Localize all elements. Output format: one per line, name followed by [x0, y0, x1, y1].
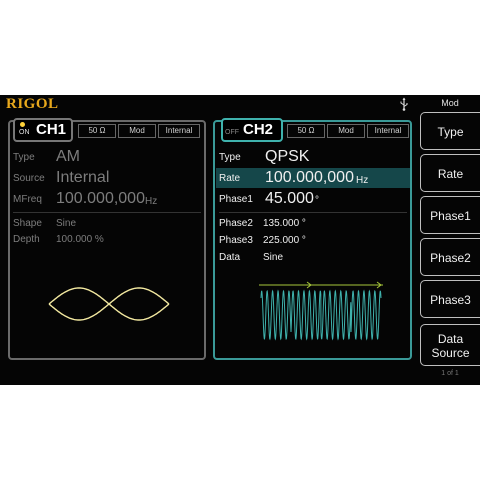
- ch2-row-type[interactable]: Type QPSK: [219, 148, 409, 166]
- ch2-row-phase1[interactable]: Phase1 45.000 °: [219, 190, 409, 208]
- param-value: 45.000: [265, 190, 314, 207]
- am-envelope-lower: [48, 287, 170, 321]
- param-label: Phase1: [219, 194, 253, 205]
- rigol-logo: RIGOL: [6, 96, 59, 112]
- param-label: Rate: [219, 173, 241, 184]
- softkey-phase3[interactable]: Phase3: [420, 280, 480, 318]
- ch2-row-rate-selected[interactable]: Rate 100.000,000 Hz: [216, 168, 410, 188]
- ch1-source: Internal: [158, 124, 200, 138]
- param-label: Type: [219, 152, 241, 163]
- usb-icon: [400, 97, 408, 111]
- ch1-tab[interactable]: ON CH1: [13, 118, 73, 142]
- param-value: 100.000,000: [265, 169, 354, 186]
- mode-label: Mod: [441, 98, 459, 108]
- instrument-screen: RIGOL Mod ON CH1 50 Ω Mod Internal Type …: [0, 95, 480, 385]
- ch2-source: Internal: [367, 124, 409, 138]
- divider: [13, 212, 201, 213]
- qpsk-waveform-preview: [259, 281, 383, 341]
- param-unit: °: [315, 195, 319, 206]
- param-value: Sine: [263, 252, 284, 263]
- ch2-row-data[interactable]: Data Sine: [219, 252, 409, 266]
- param-value: AM: [56, 148, 80, 165]
- ch1-name: CH1: [36, 121, 67, 138]
- param-value: 100.000 %: [56, 234, 104, 245]
- ch1-row-mfreq: MFreq 100.000,000 Hz: [13, 190, 203, 208]
- param-unit: Hz: [145, 196, 158, 207]
- param-unit: Hz: [356, 175, 369, 186]
- ch1-status: ON: [19, 129, 30, 136]
- ch1-row-depth: Depth 100.000 %: [13, 234, 203, 248]
- param-value: QPSK: [265, 148, 310, 165]
- status-bar: RIGOL Mod: [0, 95, 480, 113]
- qpsk-signal: [260, 289, 382, 341]
- param-value: Sine: [56, 218, 77, 229]
- page-indicator: 1 of 1: [441, 370, 459, 377]
- param-label: Source: [13, 173, 45, 184]
- am-waveform-preview: [48, 287, 170, 321]
- ch1-row-shape: Shape Sine: [13, 218, 203, 232]
- param-label: Depth: [13, 234, 40, 245]
- param-label: Shape: [13, 218, 42, 229]
- softkey-type[interactable]: Type: [420, 112, 480, 150]
- param-value: 100.000,000: [56, 190, 145, 207]
- param-label: Phase2: [219, 218, 253, 229]
- param-label: Type: [13, 152, 35, 163]
- ch2-panel[interactable]: OFF CH2 50 Ω Mod Internal Type QPSK Rate…: [213, 118, 412, 360]
- divider: [219, 212, 407, 213]
- softkey-phase1[interactable]: Phase1: [420, 196, 480, 234]
- ch1-info-cells: 50 Ω Mod Internal: [78, 124, 202, 138]
- param-label: MFreq: [13, 194, 42, 205]
- ch2-info-cells: 50 Ω Mod Internal: [287, 124, 411, 138]
- param-value: Internal: [56, 169, 110, 186]
- softkey-phase2[interactable]: Phase2: [420, 238, 480, 276]
- on-indicator-icon: [20, 122, 25, 127]
- softkey-data-source[interactable]: Data Source: [420, 324, 480, 366]
- param-label: Data: [219, 252, 241, 263]
- ch1-panel[interactable]: ON CH1 50 Ω Mod Internal Type AM Source …: [8, 118, 206, 360]
- param-label: Phase3: [219, 235, 253, 246]
- ch2-tab[interactable]: OFF CH2: [221, 118, 283, 142]
- ch2-row-phase3[interactable]: Phase3 225.000 °: [219, 235, 409, 249]
- ch2-row-phase2[interactable]: Phase2 135.000 °: [219, 218, 409, 232]
- ch2-mode: Mod: [327, 124, 365, 138]
- param-value: 225.000 °: [263, 235, 306, 246]
- ch2-name: CH2: [243, 121, 274, 138]
- ch1-row-type: Type AM: [13, 148, 203, 166]
- ch2-status: OFF: [225, 129, 239, 136]
- param-value: 135.000 °: [263, 218, 306, 229]
- ch2-impedance: 50 Ω: [287, 124, 325, 138]
- ch1-mode: Mod: [118, 124, 156, 138]
- softkey-rate[interactable]: Rate: [420, 154, 480, 192]
- ch1-row-source: Source Internal: [13, 169, 203, 187]
- ch1-impedance: 50 Ω: [78, 124, 116, 138]
